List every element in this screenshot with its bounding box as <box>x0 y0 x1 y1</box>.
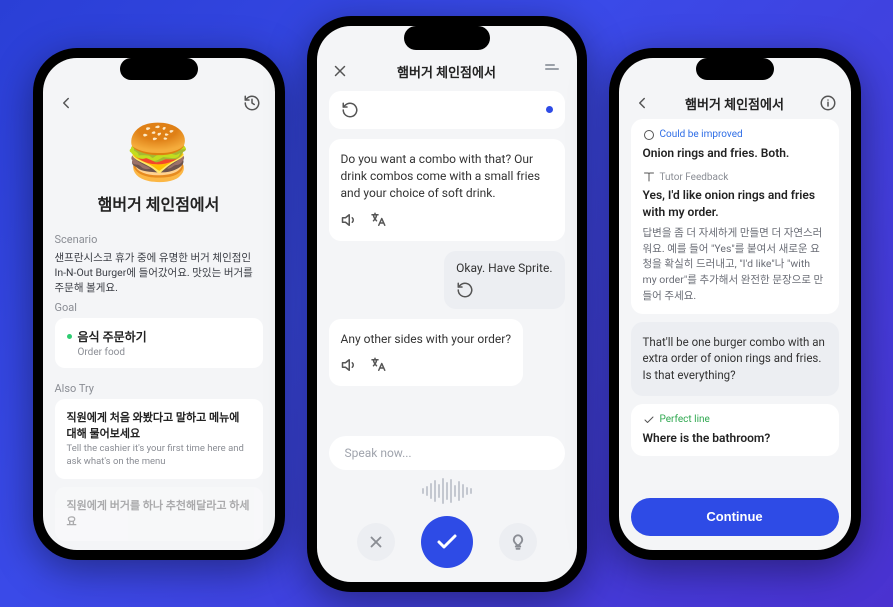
button-label: Continue <box>706 509 762 524</box>
user-message[interactable]: Okay. Have Sprite. <box>444 251 564 309</box>
try-card-2[interactable]: 직원에게 버거를 하나 추천해달라고 하세요 <box>55 487 263 541</box>
scenario-label: Scenario <box>55 233 263 246</box>
goal-title: 음식 주문하기 <box>67 328 251 345</box>
history-icon[interactable] <box>243 94 261 112</box>
bot-message: Do you want a combo with that? Our drink… <box>329 139 565 241</box>
feedback-body: 답변을 좀 더 자세하게 만들면 더 자연스러워요. 예를 들어 "Yes"를 … <box>643 225 827 304</box>
scenario-title: 햄버거 체인점에서 <box>55 191 263 215</box>
scenario-image: 🍔 <box>55 122 263 185</box>
warning-circle-icon <box>643 129 655 141</box>
tutor-feedback-label: Tutor Feedback <box>643 171 827 183</box>
flag-label: Could be improved <box>660 129 743 140</box>
bot-message: Any other sides with your order? <box>329 319 524 386</box>
flag-label: Perfect line <box>660 414 710 425</box>
replay-icon[interactable] <box>341 101 359 119</box>
corrected-line: Yes, I'd like onion rings and fries with… <box>643 187 827 221</box>
book-open-icon <box>643 171 655 183</box>
info-icon[interactable] <box>819 94 837 112</box>
message-text: Any other sides with your order? <box>341 332 512 346</box>
bot-message: That'll be one burger combo with an extr… <box>631 322 839 396</box>
try-card-1[interactable]: 직원에게 처음 와봤다고 말하고 메뉴에 대해 물어보세요 Tell the c… <box>55 399 263 479</box>
close-icon[interactable] <box>331 62 349 80</box>
section-label: Tutor Feedback <box>660 172 729 183</box>
feedback-flag-ok: Perfect line <box>643 414 827 426</box>
audio-player[interactable] <box>329 91 565 129</box>
try-title: 직원에게 버거를 하나 추천해달라고 하세요 <box>67 497 251 529</box>
back-icon[interactable] <box>57 94 75 112</box>
cancel-button[interactable] <box>357 523 395 561</box>
goal-label: Goal <box>55 301 263 314</box>
waveform <box>329 476 565 506</box>
try-subtitle: Tell the cashier it's your first time he… <box>67 443 251 469</box>
back-icon[interactable] <box>633 94 651 112</box>
continue-button[interactable]: Continue <box>631 498 839 536</box>
speak-input[interactable]: Speak now... <box>329 436 565 470</box>
feedback-flag-warn: Could be improved <box>643 129 827 141</box>
goal-card: 음식 주문하기 Order food <box>55 318 263 368</box>
settings-toggle-icon[interactable] <box>545 62 563 80</box>
replay-icon[interactable] <box>456 281 474 299</box>
page-title: 햄버거 체인점에서 <box>651 94 819 113</box>
page-title: 햄버거 체인점에서 <box>349 62 545 81</box>
translate-icon[interactable] <box>369 211 387 229</box>
hint-button[interactable] <box>499 523 537 561</box>
message-text: Okay. Have Sprite. <box>456 261 552 275</box>
user-line: Onion rings and fries. Both. <box>643 145 827 162</box>
also-try-label: Also Try <box>55 382 263 395</box>
speaker-icon[interactable] <box>341 211 359 229</box>
check-icon <box>643 414 655 426</box>
audio-progress-dot <box>546 106 553 113</box>
feedback-card[interactable]: Perfect line Where is the bathroom? <box>631 404 839 457</box>
feedback-card[interactable]: Could be improved Onion rings and fries.… <box>631 119 839 314</box>
try-title: 직원에게 처음 와봤다고 말하고 메뉴에 대해 물어보세요 <box>67 409 251 441</box>
goal-subtitle: Order food <box>78 347 251 358</box>
speaker-icon[interactable] <box>341 356 359 374</box>
confirm-button[interactable] <box>421 516 473 568</box>
message-text: Do you want a combo with that? Our drink… <box>341 152 541 201</box>
message-text: That'll be one burger combo with an extr… <box>643 335 825 382</box>
scenario-body: 샌프란시스코 휴가 중에 유명한 버거 체인점인 In-N-Out Burger… <box>55 250 263 296</box>
user-line: Where is the bathroom? <box>643 430 827 447</box>
translate-icon[interactable] <box>369 356 387 374</box>
